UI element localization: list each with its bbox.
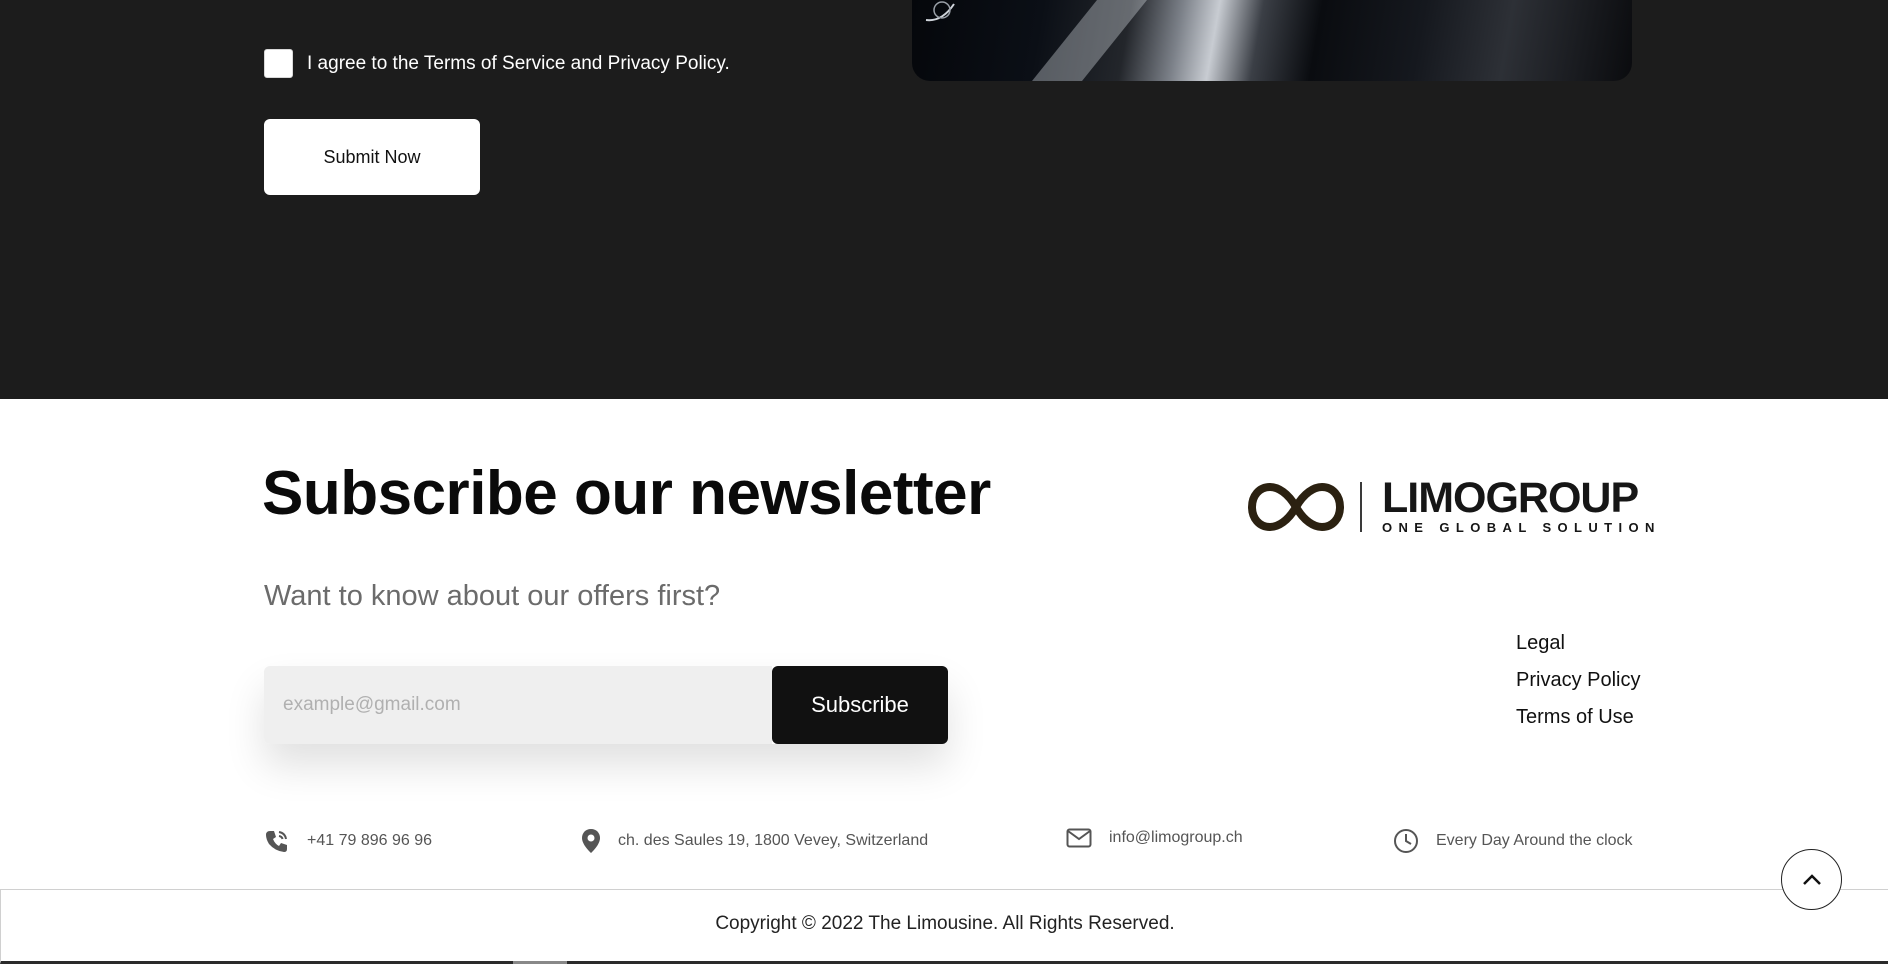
terms-label: I agree to the Terms of Service and Priv…	[307, 52, 730, 74]
submit-button[interactable]: Submit Now	[264, 119, 480, 195]
contact-email[interactable]: info@limogroup.ch	[1066, 828, 1243, 848]
subscribe-button[interactable]: Subscribe	[772, 666, 948, 744]
contact-hours: Every Day Around the clock	[1393, 828, 1633, 854]
contact-address-text: ch. des Saules 19, 1800 Vevey, Switzerla…	[618, 832, 929, 849]
back-to-top-button[interactable]	[1781, 849, 1842, 910]
contact-address[interactable]: ch. des Saules 19, 1800 Vevey, Switzerla…	[581, 828, 928, 854]
contact-phone-text: +41 79 896 96 96	[307, 832, 433, 849]
logo-name: LIMOGROUP	[1382, 474, 1639, 522]
contact-form-section: I agree to the Terms of Service and Priv…	[0, 0, 1888, 399]
terms-checkbox[interactable]	[264, 49, 293, 78]
logo-tagline: ONE GLOBAL SOLUTION	[1382, 520, 1661, 535]
mail-icon	[1066, 828, 1092, 848]
logo-divider	[1360, 481, 1362, 532]
footer-link-privacy-policy[interactable]: Privacy Policy	[1516, 667, 1640, 704]
terms-agreement: I agree to the Terms of Service and Priv…	[264, 49, 730, 78]
footer-link-legal[interactable]: Legal	[1516, 630, 1640, 667]
contact-phone[interactable]: +41 79 896 96 96	[264, 828, 432, 854]
newsletter-form: Subscribe	[264, 666, 948, 744]
copyright-text: Copyright © 2022 The Limousine. All Righ…	[715, 913, 1175, 934]
location-pin-icon	[582, 829, 600, 853]
newsletter-title: Subscribe our newsletter	[262, 459, 991, 528]
infinity-icon	[1248, 482, 1344, 531]
phone-icon	[266, 831, 287, 852]
footer-link-terms-of-use[interactable]: Terms of Use	[1516, 704, 1640, 741]
contact-email-text: info@limogroup.ch	[1109, 829, 1243, 846]
footer-links: Legal Privacy Policy Terms of Use	[1516, 630, 1640, 741]
copyright-bar: Copyright © 2022 The Limousine. All Righ…	[0, 889, 1888, 964]
newsletter-email-input[interactable]	[264, 666, 772, 744]
clock-icon	[1394, 829, 1418, 853]
chevron-up-icon	[1802, 873, 1821, 885]
newsletter-subtitle: Want to know about our offers first?	[264, 580, 721, 612]
limousine-photo	[912, 0, 1632, 81]
contact-hours-text: Every Day Around the clock	[1436, 832, 1633, 849]
limogroup-logo[interactable]: LIMOGROUP ONE GLOBAL SOLUTION	[1248, 474, 1661, 535]
